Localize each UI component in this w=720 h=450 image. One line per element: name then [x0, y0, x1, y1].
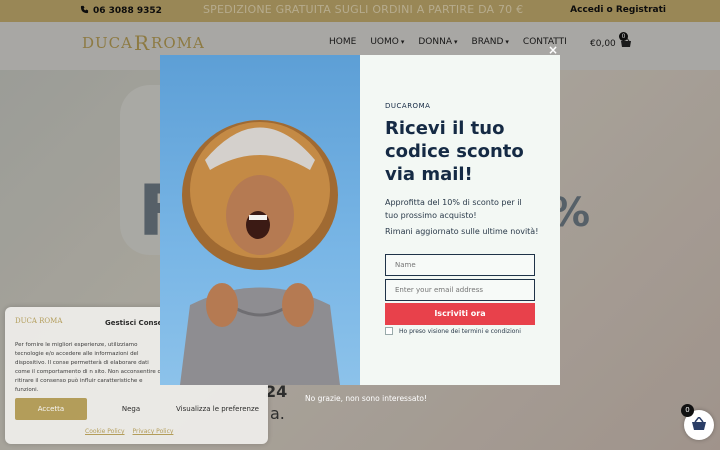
privacy-policy-link[interactable]: Privacy Policy — [133, 428, 174, 435]
cookie-title: Gestisci Consen — [105, 319, 168, 327]
terms-consent[interactable]: Ho preso visione dei termini e condizion… — [385, 327, 521, 335]
popup-content: DUCAROMA Ricevi il tuo codice sconto via… — [360, 55, 560, 385]
close-icon[interactable]: × — [546, 43, 560, 57]
cookie-logo: DUCA ROMA — [15, 317, 63, 325]
popup-photo — [160, 55, 360, 385]
name-input[interactable] — [395, 261, 534, 269]
name-field[interactable] — [385, 254, 535, 276]
email-field[interactable] — [385, 279, 535, 301]
cookie-deny-button[interactable]: Nega — [95, 398, 167, 420]
no-thanks-link[interactable]: No grazie, non sono interessato! — [305, 394, 427, 403]
cookie-text: Per fornire le migliori esperienze, util… — [15, 342, 161, 393]
newsletter-popup: DUCAROMA Ricevi il tuo codice sconto via… — [160, 43, 560, 385]
terms-label: Ho preso visione dei termini e condizion… — [399, 327, 521, 335]
subscribe-button[interactable]: Iscriviti ora — [385, 303, 535, 325]
popup-updates-text: Rimani aggiornato sulle ultime novità! — [385, 227, 539, 236]
popup-brand: DUCAROMA — [385, 102, 431, 110]
cookie-links: Cookie Policy Privacy Policy — [85, 428, 173, 435]
cookie-policy-link[interactable]: Cookie Policy — [85, 428, 125, 435]
floating-cart-count: 0 — [681, 404, 694, 417]
cookie-accept-button[interactable]: Accetta — [15, 398, 87, 420]
basket-icon — [691, 415, 707, 435]
popup-offer-text: Approfitta del 10% di sconto per il tuo … — [385, 198, 522, 220]
cookie-preferences-button[interactable]: Visualizza le preferenze — [170, 398, 265, 420]
email-input[interactable] — [395, 286, 534, 294]
popup-headline: Ricevi il tuo codice sconto via mail! — [385, 118, 524, 185]
terms-checkbox[interactable] — [385, 327, 393, 335]
